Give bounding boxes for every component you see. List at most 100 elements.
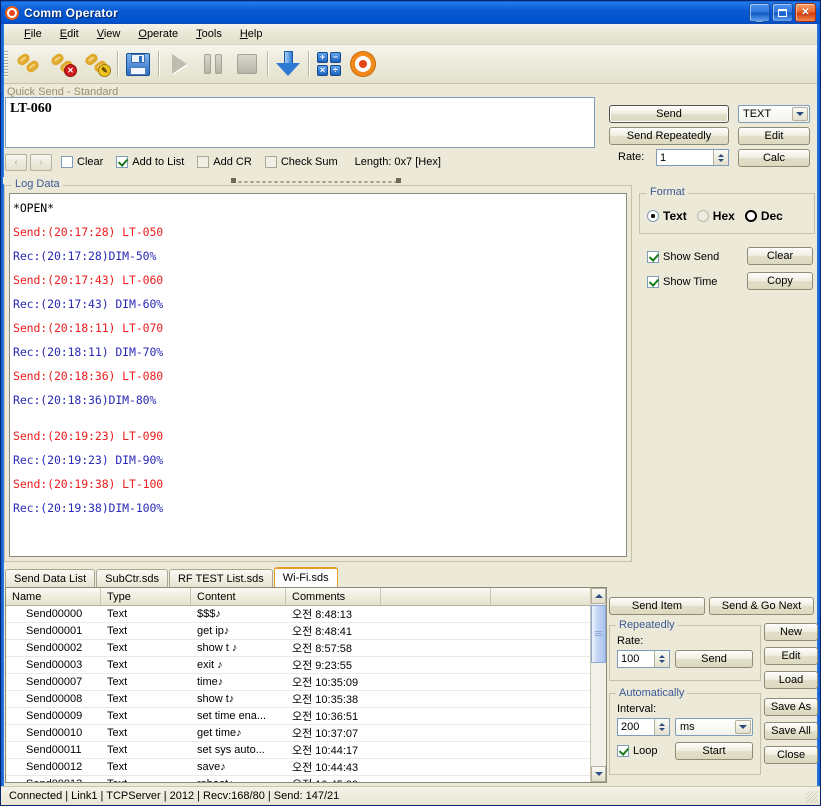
tab-send-data-list[interactable]: Send Data List [5, 569, 96, 587]
menu-file[interactable]: File [15, 26, 51, 42]
rate-value[interactable]: 1 [660, 152, 666, 164]
load-button[interactable]: Load [764, 671, 818, 689]
checkbox-clear-box[interactable] [61, 156, 73, 168]
table-row[interactable]: Send00013Textreboot♪오전 10:45:09 [6, 776, 606, 782]
menu-edit[interactable]: Edit [51, 26, 88, 42]
maximize-button[interactable] [772, 3, 793, 22]
tab-subctr-sds[interactable]: SubCtr.sds [96, 569, 168, 587]
table-row[interactable]: Send00009 Text set time ena... 오전 10:36:51 [6, 708, 606, 725]
play-icon[interactable] [162, 47, 196, 81]
edit-item-button[interactable]: Edit [764, 647, 818, 665]
tab-wi-fi-sds[interactable]: Wi-Fi.sds [273, 567, 338, 587]
checkbox-show-time-box[interactable] [647, 276, 659, 288]
new-button[interactable]: New [764, 623, 818, 641]
checkbox-clear[interactable]: Clear [61, 156, 103, 168]
download-arrow-icon[interactable] [271, 47, 305, 81]
checkbox-show-send[interactable]: Show Send [647, 251, 719, 263]
chevron-down-icon[interactable] [792, 107, 808, 121]
table-row[interactable]: Send00008 Text show t♪ 오전 10:35:38 [6, 691, 606, 708]
table-row[interactable]: Send00003 Text exit ♪ 오전 9:23:55 [6, 657, 606, 674]
rate-spinner-arrows[interactable] [713, 150, 728, 165]
interval-value[interactable]: 200 [621, 721, 639, 733]
checkbox-check-sum[interactable]: Check Sum [264, 156, 338, 168]
interval-unit-combo[interactable]: ms [675, 718, 753, 736]
checkbox-check-sum-box[interactable] [264, 156, 277, 168]
close-button[interactable]: ✕ [795, 3, 816, 22]
toolbar-grip[interactable] [4, 51, 8, 77]
col-header-content[interactable]: Content [191, 588, 286, 605]
table-row[interactable]: Send00001 Text get ip♪ 오전 8:48:41 [6, 623, 606, 640]
checkbox-add-cr-box[interactable] [197, 156, 210, 168]
menu-view[interactable]: View [88, 26, 130, 42]
send-button[interactable]: Send [609, 105, 729, 123]
repeat-rate-spinner-arrows[interactable] [654, 651, 669, 667]
scrollbar-thumb[interactable] [591, 605, 606, 663]
save-all-button[interactable]: Save All [764, 722, 818, 740]
tab-rf-test-list-sds[interactable]: RF TEST List.sds [168, 569, 273, 587]
table-row[interactable]: Send00010 Text get time♪ 오전 10:37:07 [6, 725, 606, 742]
scroll-up-icon[interactable] [591, 588, 606, 604]
radio-hex-dot[interactable] [696, 210, 709, 222]
calculator-icon[interactable]: + − × ÷ [312, 47, 346, 81]
save-icon[interactable] [121, 47, 155, 81]
interval-spinner[interactable]: 200 [617, 718, 670, 736]
interval-spinner-arrows[interactable] [654, 719, 669, 735]
col-header-comments[interactable]: Comments [286, 588, 381, 605]
close-panel-button[interactable]: Close [764, 746, 818, 764]
repeat-rate-spinner[interactable]: 100 [617, 650, 670, 668]
horizontal-splitter[interactable] [3, 177, 629, 184]
col-header-name[interactable]: Name [6, 588, 101, 605]
start-button[interactable]: Start [675, 742, 753, 760]
table-vertical-scrollbar[interactable] [590, 588, 606, 782]
table-row[interactable]: Send00002 Text show t ♪ 오전 8:57:58 [6, 640, 606, 657]
repeat-send-button[interactable]: Send [675, 650, 753, 668]
minimize-button[interactable]: _ [749, 3, 770, 22]
log-clear-button[interactable]: Clear [747, 247, 813, 265]
monitor-target-icon[interactable] [346, 47, 380, 81]
radio-dec[interactable]: Dec [744, 209, 783, 223]
save-as-button[interactable]: Save As [764, 698, 818, 716]
menu-help[interactable]: Help [231, 26, 272, 42]
menu-operate[interactable]: Operate [129, 26, 187, 42]
edit-button[interactable]: Edit [738, 127, 810, 145]
checkbox-show-time[interactable]: Show Time [647, 276, 717, 288]
scroll-down-icon[interactable] [591, 766, 606, 782]
repeat-rate-value[interactable]: 100 [621, 653, 639, 665]
menu-tools[interactable]: Tools [187, 26, 231, 42]
send-repeatedly-button[interactable]: Send Repeatedly [609, 127, 729, 145]
radio-hex-label: Hex [712, 209, 735, 223]
calc-button[interactable]: Calc [738, 149, 810, 167]
send-and-go-next-button[interactable]: Send & Go Next [709, 597, 814, 615]
edit-link-icon[interactable]: ✎ [80, 47, 114, 81]
prev-item-button[interactable]: ‹ [5, 153, 27, 171]
radio-hex[interactable]: Hex [696, 209, 735, 223]
table-row[interactable]: Send00011 Text set sys auto... 오전 10:44:17 [6, 742, 606, 759]
checkbox-loop[interactable]: Loop [617, 745, 657, 757]
radio-text[interactable]: Text [647, 209, 687, 223]
unit-chevron-down-icon[interactable] [735, 720, 751, 734]
radio-text-dot[interactable] [647, 210, 659, 222]
col-header-type[interactable]: Type [101, 588, 191, 605]
pause-icon[interactable] [196, 47, 230, 81]
log-copy-button[interactable]: Copy [747, 272, 813, 290]
next-item-button[interactable]: › [30, 153, 52, 171]
checkbox-show-send-box[interactable] [647, 251, 659, 263]
checkbox-add-to-list-box[interactable] [116, 156, 129, 168]
checkbox-loop-box[interactable] [617, 745, 629, 757]
checkbox-add-to-list[interactable]: Add to List [116, 156, 184, 168]
disconnect-icon[interactable]: ✕ [46, 47, 80, 81]
table-row[interactable]: Send00012 Text save♪ 오전 10:44:43 [6, 759, 606, 776]
radio-dec-dot[interactable] [744, 210, 757, 222]
stop-icon[interactable] [230, 47, 264, 81]
format-combo[interactable]: TEXT [738, 105, 810, 123]
rate-spinner[interactable]: 1 [656, 149, 729, 166]
log-data-output[interactable]: *OPEN* Send:(20:17:28) LT-050 Rec:(20:17:2… [9, 193, 627, 557]
quick-send-input[interactable]: LT-060 [5, 97, 595, 148]
checkbox-add-cr[interactable]: Add CR [197, 156, 252, 168]
table-row[interactable]: Send00000 Text $$$♪ 오전 8:48:13 [6, 606, 606, 623]
resize-grip[interactable] [806, 791, 818, 803]
col-header-extra[interactable] [381, 588, 491, 605]
connect-icon[interactable] [12, 47, 46, 81]
send-item-button[interactable]: Send Item [609, 597, 705, 615]
table-row[interactable]: Send00007 Text time♪ 오전 10:35:09 [6, 674, 606, 691]
